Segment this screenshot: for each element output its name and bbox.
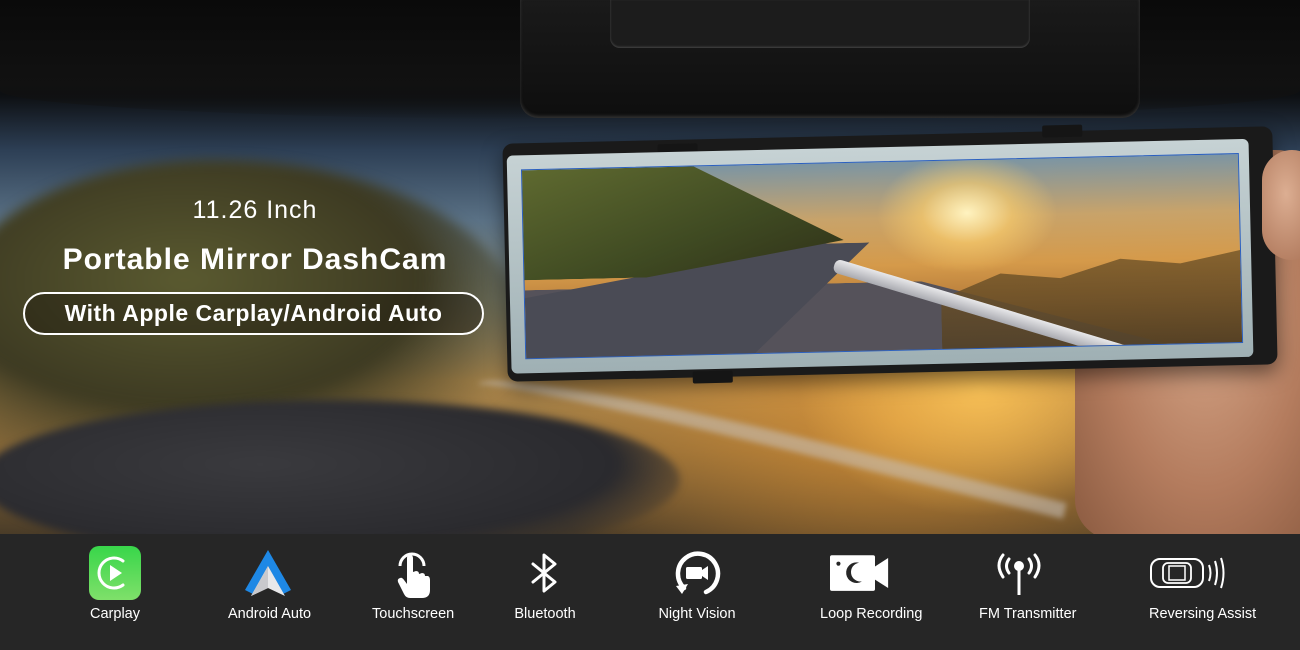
sun-visor — [520, 0, 1140, 118]
feature-label: Bluetooth — [514, 606, 576, 622]
android-auto-icon — [238, 546, 298, 600]
reversing-assist-icon — [1147, 546, 1231, 600]
touch-icon — [382, 546, 442, 600]
hero-banner: 11.26 Inch Portable Mirror DashCam With … — [0, 0, 1300, 534]
thumb-image — [1262, 150, 1300, 260]
mirror-clip — [1042, 124, 1083, 138]
feature-label: Android Auto — [228, 606, 312, 622]
screen-size-text: 11.26 Inch — [192, 196, 318, 224]
mirror-dashcam-product — [502, 124, 1278, 384]
feature-label: FM Transmitter — [979, 606, 1077, 622]
mirror-clip — [692, 370, 733, 384]
tagline-badge: With Apple Carplay/Android Auto — [23, 292, 484, 335]
mirror-screen — [520, 153, 1244, 360]
feature-label: Carplay — [90, 606, 140, 622]
carplay-icon — [85, 546, 145, 600]
feature-label: Night Vision — [658, 606, 736, 622]
feature-label: Touchscreen — [372, 606, 455, 622]
feature-bar: Carplay Android Auto Touchscreen Bluetoo… — [0, 534, 1300, 650]
product-title: Portable Mirror DashCam — [62, 243, 448, 276]
feature-label: Reversing Assist — [1149, 606, 1257, 622]
bluetooth-icon — [515, 546, 575, 600]
mirror-bezel — [506, 138, 1254, 374]
night-vision-icon — [667, 546, 727, 600]
feature-label: Loop Recording — [820, 606, 923, 622]
fm-transmitter-icon — [989, 546, 1049, 600]
loop-recording-icon — [830, 546, 890, 600]
